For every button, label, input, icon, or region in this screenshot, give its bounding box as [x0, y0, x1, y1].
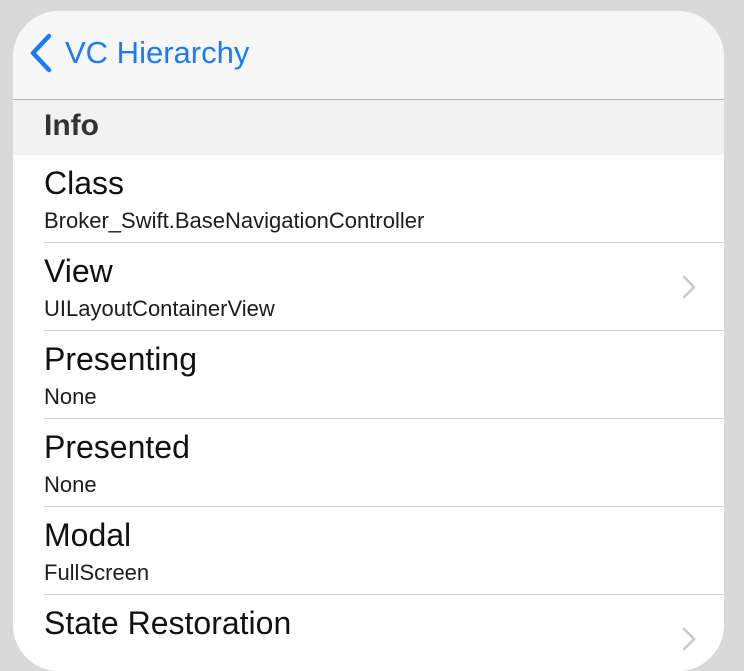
section-header-info: Info	[13, 100, 724, 155]
row-value: Broker_Swift.BaseNavigationController	[44, 208, 425, 233]
back-button[interactable]: VC Hierarchy	[29, 29, 249, 77]
device-screen: VC Hierarchy Info Class Broker_Swift.Bas…	[13, 11, 724, 671]
row-view[interactable]: View UILayoutContainerView	[13, 243, 724, 331]
row-presenting: Presenting None	[13, 331, 724, 419]
row-title: Modal	[44, 517, 132, 553]
chevron-left-icon	[29, 33, 53, 73]
row-state-restoration[interactable]: State Restoration	[13, 595, 724, 671]
row-presented: Presented None	[13, 419, 724, 507]
row-title: Presenting	[44, 341, 197, 377]
chevron-right-icon	[682, 627, 696, 656]
section-title: Info	[44, 109, 99, 142]
row-value: UILayoutContainerView	[44, 296, 275, 321]
row-value: None	[44, 472, 97, 497]
row-class: Class Broker_Swift.BaseNavigationControl…	[13, 155, 724, 243]
back-button-label: VC Hierarchy	[65, 35, 250, 70]
row-value: None	[44, 384, 97, 409]
info-list: Class Broker_Swift.BaseNavigationControl…	[13, 155, 724, 671]
row-title: Presented	[44, 429, 190, 465]
chevron-right-icon	[682, 275, 696, 304]
row-title: Class	[44, 165, 125, 201]
row-title: View	[44, 253, 113, 289]
row-value: FullScreen	[44, 560, 150, 585]
navigation-bar: VC Hierarchy	[13, 11, 724, 100]
row-title: State Restoration	[44, 605, 292, 641]
row-modal: Modal FullScreen	[13, 507, 724, 595]
